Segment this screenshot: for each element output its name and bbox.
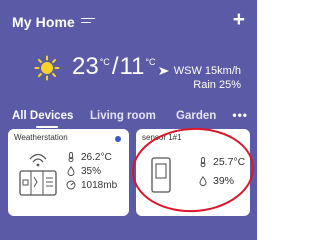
weather-summary: 23 °C / 11 °C bbox=[34, 54, 157, 81]
temperature-separator: / bbox=[111, 53, 119, 80]
temperature-current: 23 bbox=[72, 53, 99, 80]
device-readings: 26.2°C 35% 1018mb bbox=[66, 150, 117, 192]
home-screen: My Home + 23 °C / 11 °C WSW 15km/h Rain … bbox=[0, 0, 257, 240]
reading-humidity: 39% bbox=[198, 171, 245, 190]
temperature-value: 26.2°C bbox=[81, 151, 112, 163]
header: My Home bbox=[12, 14, 95, 30]
room-tabs: All Devices Living room Garden ••• bbox=[12, 108, 250, 128]
humidity-value: 35% bbox=[81, 165, 102, 177]
temperature-unit: °C bbox=[99, 57, 110, 67]
navigation-arrow-icon bbox=[158, 66, 169, 76]
thermometer-icon bbox=[198, 156, 208, 167]
reading-temperature: 25.7°C bbox=[198, 152, 245, 171]
device-name: Weatherstation bbox=[14, 133, 68, 142]
plus-icon[interactable]: + bbox=[233, 9, 245, 30]
tab-all-devices[interactable]: All Devices bbox=[12, 110, 73, 122]
thermometer-icon bbox=[66, 152, 76, 163]
device-card-sensor[interactable]: sensor 1#1 25.7°C 39% bbox=[136, 129, 250, 216]
temperature-value: 25.7°C bbox=[213, 155, 246, 168]
temperature-range: 23 °C / 11 °C bbox=[72, 54, 157, 80]
temperature-unit-2: °C bbox=[145, 57, 156, 67]
status-dot bbox=[115, 136, 121, 142]
temperature-low: 11 bbox=[119, 53, 145, 80]
menu-icon[interactable] bbox=[80, 17, 95, 27]
device-name: sensor 1#1 bbox=[142, 133, 182, 142]
tab-garden[interactable]: Garden bbox=[176, 110, 216, 122]
wind-text: WSW 15km/h bbox=[173, 65, 241, 77]
device-card-weatherstation[interactable]: Weatherstation 26.2°C 35% 1018mb bbox=[8, 129, 129, 216]
pressure-value: 1018mb bbox=[81, 179, 118, 191]
active-tab-indicator bbox=[36, 126, 58, 128]
sensor-device-icon bbox=[150, 157, 172, 198]
reading-humidity: 35% bbox=[66, 164, 117, 178]
weatherstation-device-icon bbox=[16, 147, 60, 204]
device-readings: 25.7°C 39% bbox=[198, 152, 245, 190]
reading-pressure: 1018mb bbox=[66, 178, 117, 192]
sun-icon bbox=[34, 55, 60, 81]
rain-text: Rain 25% bbox=[193, 79, 241, 91]
more-icon[interactable]: ••• bbox=[232, 108, 248, 122]
humidity-icon bbox=[198, 175, 208, 186]
wind-rain-info: WSW 15km/h Rain 25% bbox=[158, 64, 241, 92]
tab-living-room[interactable]: Living room bbox=[90, 110, 156, 122]
wind-row: WSW 15km/h bbox=[158, 64, 241, 78]
humidity-value: 39% bbox=[213, 174, 235, 187]
home-title[interactable]: My Home bbox=[12, 14, 75, 30]
pressure-icon bbox=[66, 180, 76, 190]
humidity-icon bbox=[66, 166, 76, 176]
reading-temperature: 26.2°C bbox=[66, 150, 117, 164]
